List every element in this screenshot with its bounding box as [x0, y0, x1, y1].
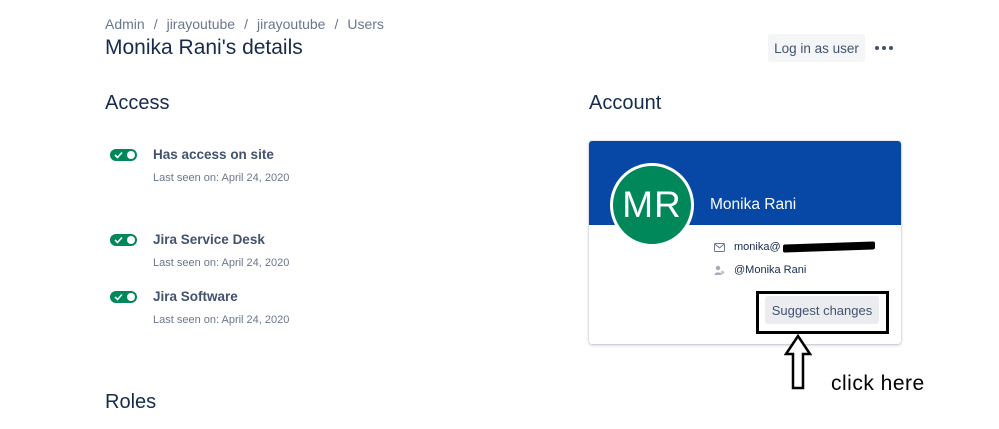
breadcrumb-separator: /	[153, 16, 158, 32]
avatar: MR	[610, 163, 694, 247]
username-row: @Monika Rani	[714, 264, 806, 276]
username-value: @Monika Rani	[734, 264, 807, 276]
last-seen-jira-software: Last seen on: April 24, 2020	[153, 314, 290, 326]
toggle-jira-software[interactable]	[110, 291, 137, 303]
toggle-jira-service-desk[interactable]	[110, 234, 137, 246]
last-seen-jira-service-desk: Last seen on: April 24, 2020	[153, 257, 290, 269]
breadcrumb-users[interactable]: Users	[347, 16, 384, 32]
breadcrumb-product[interactable]: jirayoutube	[257, 16, 326, 32]
check-icon	[114, 151, 123, 159]
breadcrumb-admin[interactable]: Admin	[105, 16, 145, 32]
toggle-site-access[interactable]	[110, 149, 137, 161]
access-heading: Access	[105, 92, 170, 114]
access-label-site: Has access on site	[153, 147, 274, 162]
check-icon	[114, 236, 123, 244]
arrow-up-icon	[784, 334, 812, 390]
avatar-initials: MR	[622, 184, 682, 225]
user-icon	[714, 265, 725, 275]
email-value: monika@	[734, 241, 781, 253]
redaction-mark	[782, 241, 875, 253]
account-heading: Account	[589, 92, 662, 114]
breadcrumb-separator: /	[334, 16, 339, 32]
mail-icon	[714, 242, 725, 252]
log-in-as-user-button[interactable]: Log in as user	[768, 34, 865, 62]
annotation-highlight-box	[756, 291, 889, 334]
access-label-jira-service-desk: Jira Service Desk	[153, 232, 265, 247]
breadcrumb-separator: /	[244, 16, 248, 32]
access-label-jira-software: Jira Software	[153, 289, 238, 304]
last-seen-site: Last seen on: April 24, 2020	[153, 172, 290, 184]
annotation-text: click here	[831, 372, 925, 395]
account-name: Monika Rani	[710, 196, 797, 213]
roles-heading: Roles	[105, 391, 157, 413]
page-title: Monika Rani's details	[105, 36, 303, 59]
check-icon	[114, 293, 123, 301]
breadcrumb-site[interactable]: jirayoutube	[167, 16, 236, 32]
ellipsis-icon[interactable]	[873, 36, 895, 60]
breadcrumb: Admin / jirayoutube / jirayoutube / User…	[105, 16, 384, 32]
email-row: monika@	[714, 241, 875, 253]
